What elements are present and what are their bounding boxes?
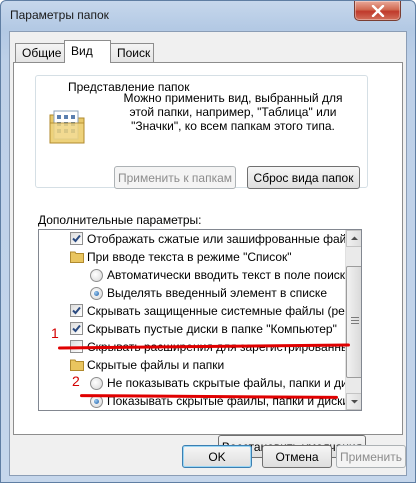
vertical-scrollbar[interactable] [345, 230, 361, 410]
checkmark-icon [72, 234, 81, 243]
folder-icon [70, 359, 84, 371]
checkbox[interactable] [70, 304, 83, 317]
apply-to-folders-button[interactable]: Применить к папкам [114, 166, 236, 189]
arrow-up-icon [351, 236, 358, 240]
tab-strip: Общие Вид Поиск [10, 40, 406, 63]
checkmark-icon [72, 306, 81, 315]
ok-button[interactable]: OK [182, 445, 252, 468]
arrow-down-icon [351, 400, 358, 404]
radio-button[interactable] [90, 269, 103, 282]
annotation-marker-2: 2 [72, 373, 80, 389]
list-item: При вводе текста в режиме "Список" [39, 248, 345, 266]
apply-button[interactable]: Применить [336, 445, 406, 468]
checkbox[interactable] [70, 232, 83, 245]
scroll-up-button[interactable] [346, 230, 361, 247]
list-item-label: Скрытые файлы и папки [87, 358, 225, 372]
advanced-settings-label: Дополнительные параметры: [38, 213, 202, 227]
list-item-label: При вводе текста в режиме "Список" [87, 250, 292, 264]
radio-button[interactable] [90, 287, 103, 300]
reset-folders-button[interactable]: Сброс вида папок [247, 166, 360, 189]
checkbox[interactable] [70, 322, 83, 335]
tab-view[interactable]: Вид [64, 40, 111, 63]
close-icon [371, 5, 385, 17]
list-item[interactable]: Скрывать защищенные системные файлы (рек… [39, 302, 361, 320]
cancel-button[interactable]: Отмена [262, 445, 332, 468]
list-item[interactable]: Отображать сжатые или зашифрованные файл… [39, 230, 361, 248]
list-item-label: Отображать сжатые или зашифрованные файл… [87, 232, 362, 246]
dialog-client: Общие Вид Поиск Представление папок Можн… [9, 31, 407, 476]
folder-views-description: Можно применить вид, выбранный для этой … [123, 91, 343, 133]
window-title: Параметры папок [10, 8, 109, 22]
radio-button[interactable] [90, 377, 103, 390]
checkmark-icon [72, 324, 81, 333]
list-item: Скрытые файлы и папки [39, 356, 345, 374]
list-item-label: Автоматически вводить текст в поле поиск… [107, 268, 352, 282]
folder-options-window: Параметры папок Общие Вид Поиск Представ… [0, 0, 416, 483]
scroll-thumb[interactable] [346, 266, 361, 378]
list-item-label: Выделять введенный элемент в списке [107, 286, 327, 300]
scroll-down-button[interactable] [346, 393, 361, 410]
advanced-settings-list[interactable]: Отображать сжатые или зашифрованные файл… [38, 229, 362, 411]
annotation-marker-1: 1 [51, 325, 59, 341]
title-bar[interactable]: Параметры папок [1, 1, 415, 29]
close-button[interactable] [354, 1, 401, 21]
tab-general[interactable]: Общие [15, 43, 65, 62]
tab-search[interactable]: Поиск [110, 43, 154, 62]
view-tab-panel: Представление папок Можно применить вид,… [13, 62, 403, 458]
list-item[interactable]: Скрывать пустые диски в папке "Компьютер… [39, 320, 345, 338]
list-item[interactable]: Автоматически вводить текст в поле поиск… [39, 266, 352, 284]
list-item-label: Скрывать пустые диски в папке "Компьютер… [87, 322, 337, 336]
folder-view-icon [49, 110, 85, 144]
list-item-label: Не показывать скрытые файлы, папки и дис… [107, 376, 362, 390]
list-item[interactable]: Выделять введенный элемент в списке [39, 284, 345, 302]
list-item[interactable]: Не показывать скрытые файлы, папки и дис… [39, 374, 361, 392]
list-item-label: Скрывать защищенные системные файлы (рек… [87, 304, 362, 318]
folder-icon [70, 251, 84, 263]
